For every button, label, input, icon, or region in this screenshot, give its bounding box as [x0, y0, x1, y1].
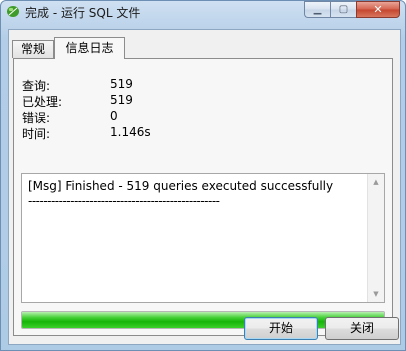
maximize-button[interactable]: ▢: [330, 1, 356, 18]
maximize-icon: ▢: [338, 3, 349, 15]
log-line: [Msg] Finished - 519 queries executed su…: [28, 179, 334, 193]
close-window-button[interactable]: ✕: [356, 1, 400, 18]
queries-value: 519: [110, 77, 133, 91]
start-button[interactable]: 开始: [244, 317, 318, 340]
caption-buttons: ▁ ▢ ✕: [304, 1, 400, 19]
log-output[interactable]: [Msg] Finished - 519 queries executed su…: [21, 173, 385, 303]
scroll-up-arrow-icon[interactable]: ▲: [368, 174, 384, 190]
tab-general[interactable]: 常规: [12, 40, 54, 58]
message-log-panel: 查询: 519 已处理: 519 错误: 0 时间: 1.146s [Msg] …: [13, 58, 393, 336]
title-bar[interactable]: 完成 - 运行 SQL 文件 ▁ ▢ ✕: [1, 1, 405, 23]
tab-general-label: 常规: [20, 42, 45, 56]
run-sql-file-dialog: 完成 - 运行 SQL 文件 ▁ ▢ ✕ 常规 信息日志 查询: 519 已处理…: [0, 0, 406, 351]
navicat-leaf-icon: [7, 6, 19, 17]
time-value: 1.146s: [110, 125, 151, 139]
queries-label: 查询:: [22, 79, 51, 93]
minimize-button[interactable]: ▁: [304, 1, 330, 18]
dialog-client-area: 常规 信息日志 查询: 519 已处理: 519 错误: 0 时间: 1.146…: [8, 29, 401, 345]
window-title: 完成 - 运行 SQL 文件: [25, 6, 141, 20]
close-button[interactable]: 关闭: [325, 317, 399, 340]
time-label: 时间:: [22, 127, 51, 141]
errors-label: 错误:: [22, 111, 51, 125]
minimize-icon: ▁: [313, 3, 322, 15]
tab-message-log-label: 信息日志: [65, 41, 114, 55]
log-separator: ----------------------------------------…: [28, 194, 220, 208]
log-scrollbar[interactable]: ▲ ▼: [367, 174, 384, 302]
processed-value: 519: [110, 93, 133, 107]
close-icon: ✕: [373, 3, 383, 16]
scroll-down-arrow-icon[interactable]: ▼: [368, 286, 384, 302]
tab-message-log[interactable]: 信息日志: [54, 37, 125, 59]
errors-value: 0: [110, 109, 118, 123]
processed-label: 已处理:: [22, 95, 63, 109]
